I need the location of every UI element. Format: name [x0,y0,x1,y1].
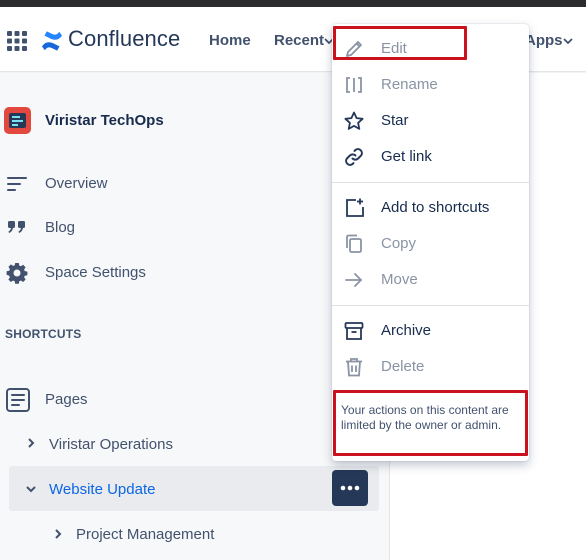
gear-icon [6,263,28,284]
confluence-logo-icon[interactable] [40,29,64,53]
menu-item-label: Add to shortcuts [381,199,490,216]
menu-item-add-to-shortcuts[interactable]: Add to shortcuts [332,191,529,227]
menu-item-label: Delete [381,358,425,375]
trash-icon [346,358,362,377]
page-actions-menu: Edit Rename Star Get link Add to shortcu… [332,24,529,461]
menu-item-move[interactable]: Move [332,263,529,299]
menu-item-star[interactable]: Star [332,104,529,140]
browser-top-strip [0,0,586,7]
menu-item-label: Move [381,271,418,288]
chevron-right-icon[interactable] [52,528,64,540]
sidebar-item-space-settings[interactable]: Space Settings [45,264,146,281]
permission-notice: Your actions on this content are limited… [341,403,509,432]
menu-item-archive[interactable]: Archive [332,314,529,350]
nav-apps-dropdown[interactable]: Apps [525,32,563,49]
menu-item-delete[interactable]: Delete [332,350,529,386]
menu-item-edit[interactable]: Edit [332,32,529,68]
chevron-down-icon[interactable] [25,483,37,495]
text-cursor-icon [346,77,362,93]
blog-quote-icon [8,221,25,233]
chevron-right-icon[interactable] [25,437,37,449]
menu-item-label: Star [381,112,409,129]
sidebar-item-pages[interactable]: Pages [45,391,88,408]
menu-item-label: Copy [381,235,417,252]
more-actions-button[interactable] [332,470,368,506]
menu-item-rename[interactable]: Rename [332,68,529,104]
overview-icon [7,177,27,191]
tree-item-website-update[interactable]: Website Update [49,481,155,498]
sidebar-item-blog[interactable]: Blog [45,219,75,236]
arrow-right-icon [345,273,363,287]
menu-item-label: Rename [381,76,438,93]
app-switcher-grid-icon[interactable] [7,31,27,51]
sidebar-item-overview[interactable]: Overview [45,175,108,192]
shortcuts-section-heading: SHORTCUTS [5,327,82,341]
space-logo-icon[interactable] [4,107,31,134]
menu-item-label: Get link [381,148,432,165]
nav-recent-dropdown[interactable]: Recent [274,32,324,49]
pages-icon [6,388,30,412]
menu-item-label: Edit [381,40,407,57]
tree-item-viristar-operations[interactable]: Viristar Operations [49,436,173,453]
add-shortcut-icon [346,198,364,217]
menu-separator [332,305,529,306]
copy-icon [346,234,362,253]
menu-item-get-link[interactable]: Get link [332,140,529,176]
pencil-icon [346,41,362,57]
more-dots-icon [340,485,360,491]
space-name[interactable]: Viristar TechOps [45,112,164,129]
chevron-down-icon[interactable] [563,37,573,45]
nav-home-link[interactable]: Home [209,32,251,49]
menu-item-copy[interactable]: Copy [332,227,529,263]
star-icon [344,111,364,130]
menu-item-label: Archive [381,322,432,339]
product-name[interactable]: Confluence [68,26,180,52]
tree-item-project-management[interactable]: Project Management [76,526,214,543]
archive-icon [344,322,364,340]
menu-separator [332,182,529,183]
link-icon [345,148,363,166]
